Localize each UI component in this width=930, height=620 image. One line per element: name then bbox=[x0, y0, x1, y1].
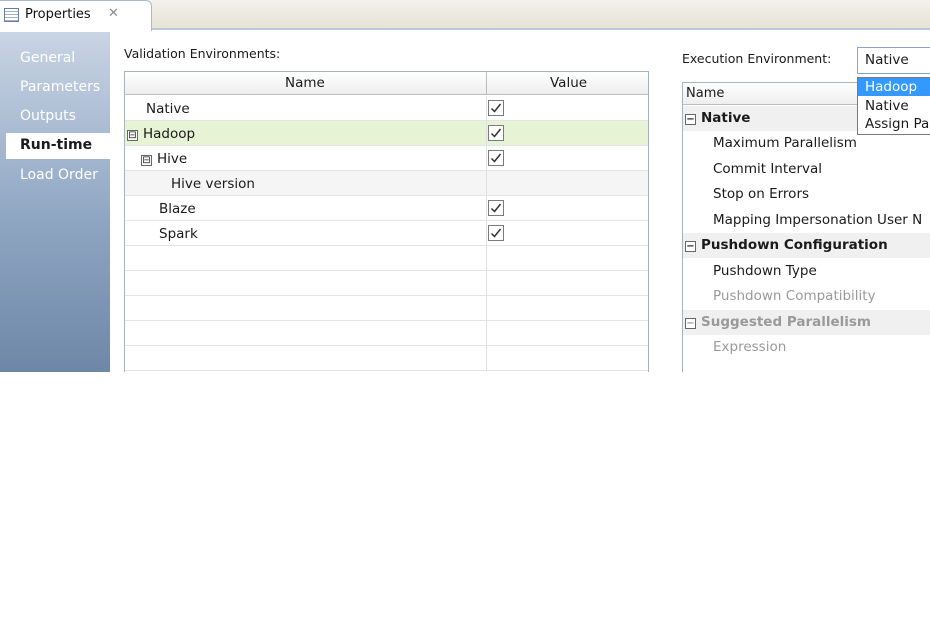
empty-row bbox=[125, 346, 648, 371]
empty-row bbox=[125, 296, 648, 321]
checkmark-icon bbox=[490, 228, 502, 238]
properties-view: Properties ✕ General Parameters Outputs … bbox=[0, 0, 930, 372]
row-label: ⊟ Hive bbox=[141, 151, 187, 167]
column-header-value[interactable]: Value bbox=[550, 75, 587, 91]
column-divider[interactable] bbox=[486, 72, 487, 95]
collapse-icon[interactable]: ⊟ bbox=[141, 155, 152, 166]
group-row-suggested-parallelism[interactable]: − Suggested Parallelism bbox=[683, 310, 930, 335]
cell-divider bbox=[486, 221, 487, 245]
table-header: Name Value bbox=[125, 72, 648, 95]
group-row-pushdown-configuration[interactable]: − Pushdown Configuration bbox=[683, 233, 930, 258]
tab-label: Properties bbox=[25, 7, 91, 22]
collapse-icon[interactable]: − bbox=[685, 241, 696, 252]
tab-bar: Properties ✕ bbox=[0, 0, 930, 31]
validation-environments-table: Name Value Native ⊟ Hadoop ⊟ Hive Hive ver… bbox=[124, 71, 649, 372]
execution-environment-dropdown: Hadoop Native Assign Pa bbox=[857, 77, 930, 135]
sidebar-item-outputs[interactable]: Outputs bbox=[20, 108, 76, 124]
checkmark-icon bbox=[490, 153, 502, 163]
table-row[interactable]: Stop on Errors bbox=[683, 182, 930, 207]
row-label: ⊟ Hadoop bbox=[127, 126, 195, 142]
cell-divider bbox=[486, 271, 487, 295]
row-name: Pushdown Configuration bbox=[701, 237, 888, 253]
checkmark-icon bbox=[490, 203, 502, 213]
column-header-name[interactable]: Name bbox=[285, 75, 325, 91]
empty-row bbox=[125, 246, 648, 271]
cell-divider bbox=[486, 346, 487, 370]
execution-environment-select[interactable]: Native bbox=[857, 47, 930, 74]
cell-divider bbox=[486, 296, 487, 320]
properties-icon bbox=[4, 8, 19, 22]
table-row: Pushdown Compatibility bbox=[683, 284, 930, 309]
cell-divider bbox=[486, 121, 487, 145]
checkmark-icon bbox=[490, 128, 502, 138]
validation-environments-label: Validation Environments: bbox=[124, 46, 281, 61]
cell-divider bbox=[486, 246, 487, 270]
row-name: Pushdown Compatibility bbox=[713, 288, 876, 304]
table-row[interactable]: Commit Interval bbox=[683, 157, 930, 182]
checkbox-hive[interactable] bbox=[488, 150, 504, 166]
table-row[interactable]: ⊟ Hive bbox=[125, 146, 648, 171]
table-row: Expression bbox=[683, 335, 930, 360]
dropdown-option-hadoop[interactable]: Hadoop bbox=[858, 78, 930, 96]
cell-divider bbox=[486, 321, 487, 345]
empty-row bbox=[125, 321, 648, 346]
row-name: Hive version bbox=[171, 176, 255, 192]
table-row[interactable]: Native bbox=[125, 96, 648, 121]
column-header-name[interactable]: Name bbox=[686, 86, 724, 101]
row-name: Expression bbox=[713, 339, 787, 355]
row-name: Native bbox=[701, 110, 751, 126]
checkbox-spark[interactable] bbox=[488, 225, 504, 241]
row-name: Blaze bbox=[159, 201, 196, 217]
row-name: Hive bbox=[157, 151, 188, 167]
row-name: Hadoop bbox=[143, 126, 196, 142]
checkbox-native[interactable] bbox=[488, 100, 504, 116]
sidebar-item-load-order[interactable]: Load Order bbox=[20, 167, 98, 183]
table-row[interactable]: Pushdown Type bbox=[683, 259, 930, 284]
table-row[interactable]: Spark bbox=[125, 221, 648, 246]
execution-environment-label: Execution Environment: bbox=[682, 51, 832, 66]
row-name: Mapping Impersonation User N bbox=[713, 212, 923, 228]
cell-divider bbox=[486, 196, 487, 220]
sidebar-item-parameters[interactable]: Parameters bbox=[20, 79, 100, 95]
collapse-icon[interactable]: ⊟ bbox=[127, 130, 138, 141]
row-name: Maximum Parallelism bbox=[713, 135, 857, 151]
table-row[interactable]: Mapping Impersonation User N bbox=[683, 208, 930, 233]
checkbox-blaze[interactable] bbox=[488, 200, 504, 216]
row-name: Native bbox=[146, 101, 190, 117]
row-label: − Suggested Parallelism bbox=[685, 314, 871, 330]
row-label: − Native bbox=[685, 110, 750, 126]
cell-divider bbox=[486, 171, 487, 195]
sidebar: General Parameters Outputs Run-time Load… bbox=[0, 32, 110, 372]
dropdown-option-native[interactable]: Native bbox=[858, 97, 930, 115]
tab-properties[interactable]: Properties ✕ bbox=[0, 0, 152, 31]
checkbox-hadoop[interactable] bbox=[488, 125, 504, 141]
table-row[interactable]: Blaze bbox=[125, 196, 648, 221]
sidebar-item-run-time[interactable]: Run-time bbox=[6, 133, 110, 159]
row-name: Spark bbox=[159, 226, 198, 242]
row-name: Commit Interval bbox=[713, 161, 823, 177]
table-row[interactable]: Hive version bbox=[125, 171, 648, 196]
sidebar-item-general[interactable]: General bbox=[20, 50, 75, 66]
row-name: Pushdown Type bbox=[713, 263, 817, 279]
cell-divider bbox=[486, 146, 487, 170]
table-row[interactable]: ⊟ Hadoop bbox=[125, 121, 648, 146]
close-icon[interactable]: ✕ bbox=[108, 6, 119, 21]
row-label: − Pushdown Configuration bbox=[685, 237, 888, 253]
dropdown-option-assign-parallelism[interactable]: Assign Pa bbox=[858, 115, 930, 133]
collapse-icon[interactable]: − bbox=[685, 114, 696, 125]
checkmark-icon bbox=[490, 103, 502, 113]
row-name: Stop on Errors bbox=[713, 186, 810, 202]
collapse-icon[interactable]: − bbox=[685, 318, 696, 329]
cell-divider bbox=[486, 96, 487, 120]
empty-row bbox=[125, 271, 648, 296]
row-name: Suggested Parallelism bbox=[701, 314, 872, 330]
